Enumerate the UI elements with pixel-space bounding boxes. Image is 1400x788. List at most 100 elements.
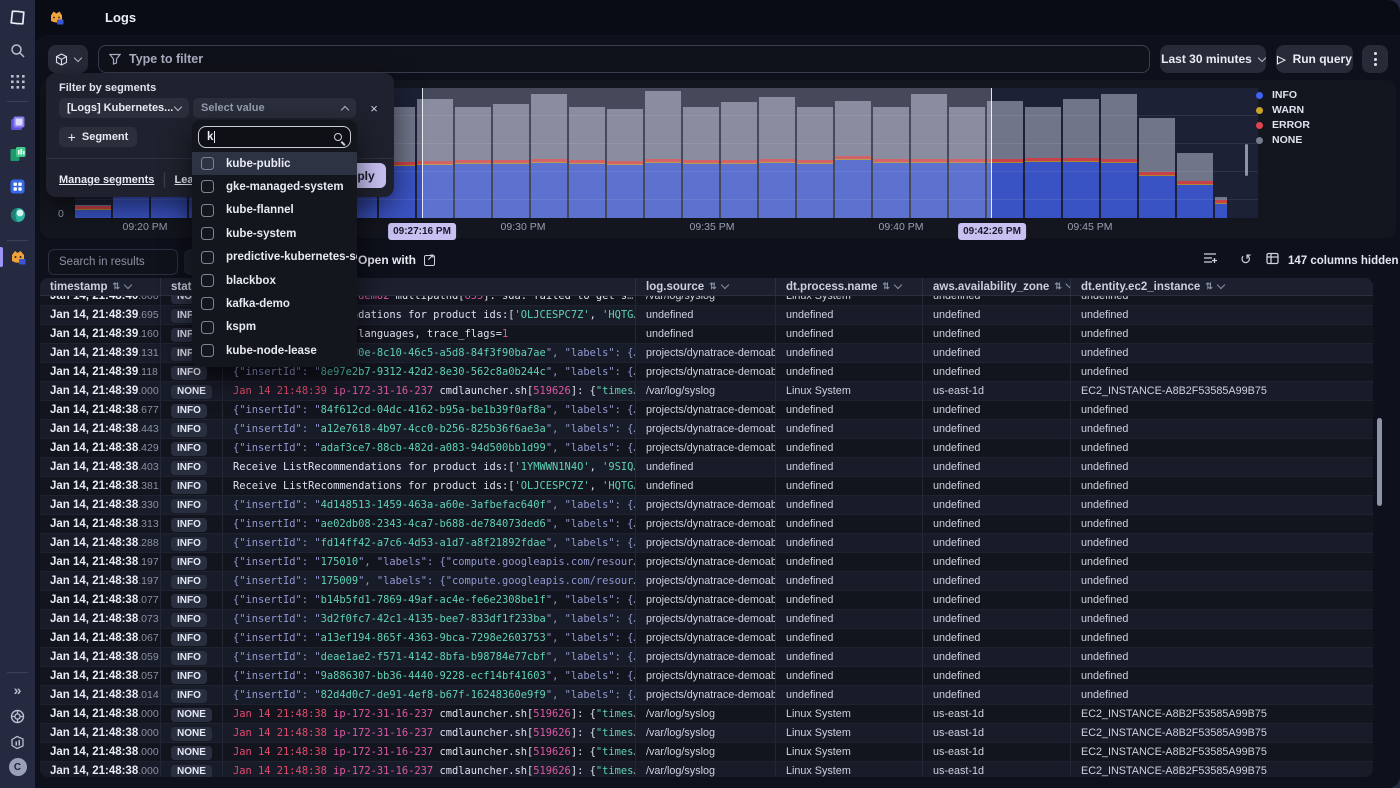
checkbox[interactable] xyxy=(201,180,214,193)
sidebar-item-search[interactable] xyxy=(0,38,35,62)
checkbox[interactable] xyxy=(201,157,214,170)
checkbox[interactable] xyxy=(201,204,214,217)
search-in-results-input[interactable]: Search in results xyxy=(48,249,178,275)
history-icon[interactable]: ↺ xyxy=(1240,251,1252,268)
column-header-dt.process.name[interactable]: dt.process.name⇅ xyxy=(775,278,922,295)
more-options-button[interactable] xyxy=(1362,45,1388,73)
cell-ec2-instance: undefined xyxy=(1070,420,1373,438)
table-row[interactable]: Jan 14, 21:48:38.443INFO{"insertId": "a1… xyxy=(40,420,1373,439)
sort-icon[interactable]: ⇅ xyxy=(882,281,890,292)
checkbox[interactable] xyxy=(201,321,214,334)
dropdown-option[interactable]: blackbox xyxy=(192,269,357,292)
sidebar-item-dynatrace-logo[interactable] xyxy=(0,5,35,29)
checkbox[interactable] xyxy=(201,227,214,240)
sidebar-item-feedback[interactable] xyxy=(0,730,35,754)
value-select-button[interactable]: Select value xyxy=(193,98,356,118)
histogram-bar[interactable] xyxy=(987,101,1023,218)
table-row[interactable]: Jan 14, 21:48:38.197INFO{"insertId": "17… xyxy=(40,553,1373,572)
format-icon[interactable] xyxy=(1203,252,1218,270)
table-row[interactable]: Jan 14, 21:48:38.000NONEJan 14 21:48:38 … xyxy=(40,724,1373,743)
table-row[interactable]: Jan 14, 21:48:38.330INFO{"insertId": "4d… xyxy=(40,496,1373,515)
column-header-timestamp[interactable]: timestamp⇅ xyxy=(40,278,160,295)
column-header-dt.entity.ec2_instance[interactable]: dt.entity.ec2_instance⇅ xyxy=(1070,278,1373,295)
time-selection-overlay[interactable] xyxy=(422,88,992,218)
checkbox[interactable] xyxy=(201,274,214,287)
time-range-button[interactable]: Last 30 minutes xyxy=(1160,45,1266,73)
table-row[interactable]: Jan 14, 21:48:38.014INFO{"insertId": "82… xyxy=(40,686,1373,705)
manage-segments-link[interactable]: Manage segments xyxy=(59,174,154,186)
chevron-down-icon[interactable] xyxy=(720,281,728,289)
checkbox[interactable] xyxy=(201,344,214,357)
sidebar-item-support[interactable] xyxy=(0,704,35,728)
dropdown-option[interactable]: kube-node-lease xyxy=(192,339,357,362)
close-icon[interactable]: × xyxy=(362,98,386,118)
chevron-down-icon[interactable] xyxy=(894,281,902,289)
sidebar-item-app-logs[interactable] xyxy=(0,245,35,269)
sort-icon[interactable]: ⇅ xyxy=(1054,281,1062,292)
run-query-button[interactable]: ▷Run query xyxy=(1276,45,1353,73)
sort-icon[interactable]: ⇅ xyxy=(113,281,121,292)
table-row[interactable]: Jan 14, 21:48:39.000NONEJan 14 21:48:39 … xyxy=(40,382,1373,401)
dropdown-option[interactable]: kafka-demo xyxy=(192,292,357,315)
histogram-bar[interactable] xyxy=(75,205,111,218)
table-row[interactable]: Jan 14, 21:48:38.000NONEJan 14 21:48:38 … xyxy=(40,743,1373,762)
user-avatar[interactable]: C xyxy=(0,755,35,779)
table-row[interactable]: Jan 14, 21:48:38.313INFO{"insertId": "ae… xyxy=(40,515,1373,534)
table-row[interactable]: Jan 14, 21:48:38.403INFOReceive ListReco… xyxy=(40,458,1373,477)
cell-content: Jan 14 21:48:38 ip-172-31-16-237 cmdlaun… xyxy=(222,743,635,761)
segment-select-button[interactable]: [Logs] Kubernetes... xyxy=(59,98,189,118)
table-row[interactable]: Jan 14, 21:48:38.197INFO{"insertId": "17… xyxy=(40,572,1373,591)
histogram-bar[interactable] xyxy=(1177,153,1213,218)
table-row[interactable]: Jan 14, 21:48:38.429INFO{"insertId": "ad… xyxy=(40,439,1373,458)
histogram-bar[interactable] xyxy=(1063,99,1099,218)
checkbox[interactable] xyxy=(201,251,214,264)
checkbox[interactable] xyxy=(201,297,214,310)
query-filter-input[interactable]: Type to filter xyxy=(98,45,1150,73)
table-row[interactable]: Jan 14, 21:48:38.000NONEJan 14 21:48:38 … xyxy=(40,762,1373,777)
chevron-down-icon[interactable] xyxy=(1065,282,1070,288)
segment-filter-button[interactable] xyxy=(48,45,88,73)
columns-icon[interactable] xyxy=(1266,252,1279,270)
column-header-log.source[interactable]: log.source⇅ xyxy=(635,278,775,295)
dropdown-option[interactable]: kspm xyxy=(192,316,357,339)
table-row[interactable]: Jan 14, 21:48:38.381INFOReceive ListReco… xyxy=(40,477,1373,496)
dropdown-option[interactable]: predictive-kubernetes-sc... xyxy=(192,246,357,269)
sort-icon[interactable]: ⇅ xyxy=(709,281,717,292)
histogram-bar[interactable] xyxy=(1215,197,1227,218)
dropdown-option[interactable]: gke-managed-system xyxy=(192,175,357,198)
column-header-aws.availability_zone[interactable]: aws.availability_zone⇅ xyxy=(922,278,1070,295)
sidebar-item-apps-grid[interactable] xyxy=(0,70,35,94)
sort-icon[interactable]: ⇅ xyxy=(1205,281,1213,292)
sidebar-item-expand[interactable]: » xyxy=(0,678,35,702)
dropdown-option[interactable]: kube-system xyxy=(192,222,357,245)
legend-item-info[interactable]: INFO xyxy=(1256,89,1297,101)
sidebar-item-app-globe[interactable] xyxy=(0,203,35,227)
table-row[interactable]: Jan 14, 21:48:38.067INFO{"insertId": "a1… xyxy=(40,629,1373,648)
legend-item-none[interactable]: NONE xyxy=(1256,134,1302,146)
legend-item-warn[interactable]: WARN xyxy=(1256,104,1304,116)
open-with-button[interactable]: Open with ↗ xyxy=(358,253,435,267)
dropdown-option[interactable]: kube-public xyxy=(192,152,357,175)
legend-item-error[interactable]: ERROR xyxy=(1256,119,1310,131)
sidebar-item-app-charts[interactable] xyxy=(0,142,35,166)
table-row[interactable]: Jan 14, 21:48:38.059INFO{"insertId": "de… xyxy=(40,648,1373,667)
table-row[interactable]: Jan 14, 21:48:38.073INFO{"insertId": "3d… xyxy=(40,610,1373,629)
sidebar-item-app-kubernetes[interactable] xyxy=(0,111,35,135)
add-segment-button[interactable]: +Segment xyxy=(59,127,137,147)
chevron-down-icon[interactable] xyxy=(1217,281,1225,289)
table-row[interactable]: Jan 14, 21:48:38.000NONEJan 14 21:48:38 … xyxy=(40,705,1373,724)
chevron-down-icon[interactable] xyxy=(124,281,132,289)
table-row[interactable]: Jan 14, 21:48:38.077INFO{"insertId": "b1… xyxy=(40,591,1373,610)
cell-availability-zone: undefined xyxy=(922,515,1070,533)
histogram-bar[interactable] xyxy=(1139,118,1175,218)
cell-timestamp: Jan 14, 21:48:38.000 xyxy=(40,724,160,742)
histogram-bar[interactable] xyxy=(1025,107,1061,218)
table-row[interactable]: Jan 14, 21:48:38.677INFO{"insertId": "84… xyxy=(40,401,1373,420)
table-row[interactable]: Jan 14, 21:48:38.057INFO{"insertId": "9a… xyxy=(40,667,1373,686)
dropdown-option[interactable]: kube-flannel xyxy=(192,199,357,222)
sidebar-item-app-dashboards[interactable] xyxy=(0,174,35,198)
table-scrollbar[interactable] xyxy=(1377,418,1382,506)
table-row[interactable]: Jan 14, 21:48:38.288INFO{"insertId": "fd… xyxy=(40,534,1373,553)
columns-hidden-label[interactable]: 147 columns hidden xyxy=(1288,255,1399,267)
dropdown-search-input[interactable]: k xyxy=(198,126,351,148)
